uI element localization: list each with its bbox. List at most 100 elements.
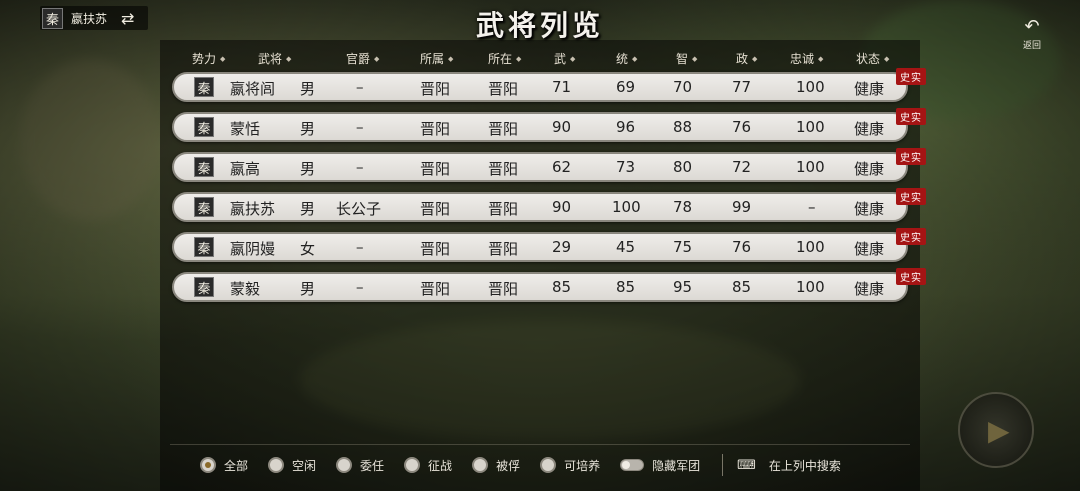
table-header: 势力 ◆ 武将 ◆ 官爵 ◆ 所属 ◆ 所在 ◆ 武 ◆ 统 ◆ 智 ◆ 政 ◆ 忠诚 ◆ 状态 ◆ [172,50,912,68]
toggle-switch[interactable] [620,459,645,471]
faction-seal: 秦 [194,117,214,137]
radio-button[interactable] [336,457,353,473]
keyboard-icon[interactable]: ⌨ [737,458,756,473]
stat-tong: 45 [616,238,636,256]
belong-city: 晋阳 [420,160,451,178]
column-header-faction[interactable]: 势力 ◆ [192,50,225,67]
rank: – [356,158,364,176]
divider [722,454,724,476]
table-row[interactable]: 秦嬴阴嫚 女 – 晋阳 晋阳 29 45 75 76 100 健康 史实 [172,228,926,262]
column-header-zheng[interactable]: 政 ◆ [736,50,757,67]
stat-wu: 85 [552,278,572,296]
stat-zheng: 76 [732,238,752,256]
sort-icon: ◆ [818,54,824,63]
historical-badge: 史实 [896,188,926,205]
column-header-belong[interactable]: 所属 ◆ [420,50,453,67]
historical-badge: 史实 [896,228,926,245]
filter-option-label: 被俘 [496,458,521,473]
health-status: 健康 [854,280,885,298]
table-row[interactable]: 秦嬴高 男 – 晋阳 晋阳 62 73 80 72 100 健康 史实 [172,148,926,182]
rank: 长公子 [336,200,382,218]
filter-option-label: 可培养 [564,458,601,473]
sort-icon: ◆ [286,54,292,63]
belong-city: 晋阳 [420,200,451,218]
historical-badge: 史实 [896,68,926,85]
filter-option-label: 征战 [428,458,453,473]
column-header-rank[interactable]: 官爵 ◆ [346,50,379,67]
radio-button[interactable] [268,457,285,473]
stat-wu: 71 [552,78,572,96]
column-header-tong[interactable]: 统 ◆ [616,50,637,67]
filter-option[interactable]: 可培养 [540,457,600,474]
filter-option[interactable]: 被俘 [472,457,520,474]
stat-tong: 69 [616,78,636,96]
table-row[interactable]: 秦蒙毅 男 – 晋阳 晋阳 85 85 95 85 100 健康 史实 [172,268,926,302]
column-header-loyalty[interactable]: 忠诚 ◆ [790,50,823,67]
location-city: 晋阳 [488,120,519,138]
sort-icon: ◆ [220,54,226,63]
filter-option-label: 空闲 [292,458,317,473]
sort-icon: ◆ [516,54,522,63]
column-header-zhi[interactable]: 智 ◆ [676,50,697,67]
filter-option[interactable]: 空闲 [268,457,316,474]
filter-option[interactable]: 委任 [336,457,384,474]
historical-badge: 史实 [896,108,926,125]
gender: 女 [300,240,316,258]
search-in-list-button[interactable]: 在上列中搜索 [769,457,841,474]
stat-zhi: 78 [673,198,693,216]
radio-button[interactable] [540,457,557,473]
belong-city: 晋阳 [420,280,451,298]
faction-seal: 秦 [194,277,214,297]
radio-button[interactable] [200,457,216,473]
sort-icon: ◆ [374,54,380,63]
table-row[interactable]: 秦嬴扶苏 男 长公子 晋阳 晋阳 90 100 78 99 – 健康 史实 [172,188,926,222]
column-header-status[interactable]: 状态 ◆ [856,50,889,67]
general-name: 嬴阴嫚 [230,240,276,258]
historical-badge: 史实 [896,148,926,165]
loyalty: 100 [796,238,825,256]
stat-zheng: 76 [732,118,752,136]
column-header-location[interactable]: 所在 ◆ [488,50,521,67]
stat-zhi: 75 [673,238,693,256]
page-title: 武将列览 [475,9,604,42]
sort-icon: ◆ [448,54,454,63]
filter-option[interactable]: 全部 [200,457,248,474]
column-header-wu[interactable]: 武 ◆ [554,50,575,67]
health-status: 健康 [854,200,885,218]
sort-icon: ◆ [570,54,576,63]
gender: 男 [300,200,316,218]
back-button[interactable]: ↶ 返回 [1018,18,1046,52]
belong-city: 晋阳 [420,120,451,138]
stat-wu: 90 [552,198,572,216]
stat-zheng: 72 [732,158,752,176]
stat-tong: 73 [616,158,636,176]
stat-wu: 29 [552,238,572,256]
stat-zheng: 85 [732,278,752,296]
loyalty: 100 [796,118,825,136]
general-name: 蒙恬 [230,120,261,138]
radio-button[interactable] [404,457,421,473]
column-header-general[interactable]: 武将 ◆ [258,50,291,67]
historical-badge: 史实 [896,268,926,285]
health-status: 健康 [854,160,885,178]
filter-option[interactable]: 征战 [404,457,452,474]
general-name: 嬴扶苏 [230,200,276,218]
hide-army-toggle[interactable]: 隐藏军团 [620,457,700,474]
belong-city: 晋阳 [420,80,451,98]
radio-button[interactable] [472,457,489,473]
stat-zhi: 70 [673,78,693,96]
stat-zhi: 88 [673,118,693,136]
stat-wu: 90 [552,118,572,136]
general-name: 蒙毅 [230,280,261,298]
rank: – [356,238,364,256]
action-circle-button[interactable] [958,392,1034,468]
health-status: 健康 [854,240,885,258]
loyalty: 100 [796,278,825,296]
faction-seal: 秦 [194,237,214,257]
table-row[interactable]: 秦蒙恬 男 – 晋阳 晋阳 90 96 88 76 100 健康 史实 [172,108,926,142]
table-row[interactable]: 秦嬴将闾 男 – 晋阳 晋阳 71 69 70 77 100 健康 史实 [172,68,926,102]
sort-icon: ◆ [752,54,758,63]
stat-zheng: 77 [732,78,752,96]
hide-army-label: 隐藏军团 [652,458,701,473]
belong-city: 晋阳 [420,240,451,258]
